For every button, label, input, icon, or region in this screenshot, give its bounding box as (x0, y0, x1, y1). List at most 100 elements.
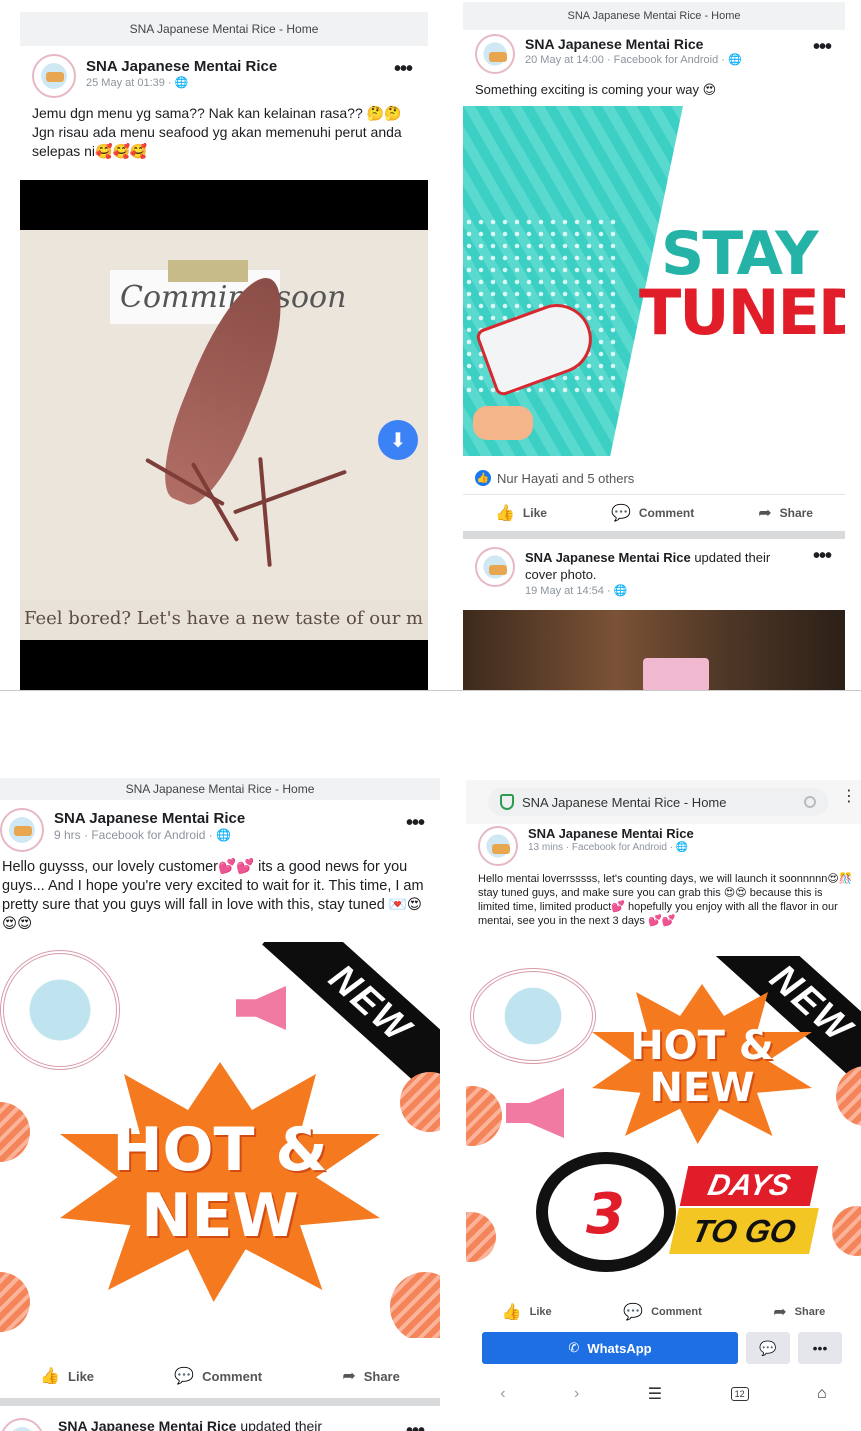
post-text: Hello mentai loverrsssss, let's counting… (478, 873, 853, 927)
url-pill[interactable]: SNA Japanese Mentai Rice - Home (488, 788, 828, 816)
screenshot-panel-2: SNA Japanese Mentai Rice - Home SNA Japa… (463, 2, 845, 690)
share-button[interactable]: ➦ Share (342, 1366, 400, 1386)
globe-icon: 🌐 (675, 842, 689, 853)
page-avatar[interactable] (478, 826, 518, 866)
screenshot-panel-4: SNA Japanese Mentai Rice - Home ⋮ SNA Ja… (466, 780, 861, 1431)
browser-title-bar: SNA Japanese Mentai Rice - Home (0, 778, 440, 800)
messenger-icon: 💬 (759, 1339, 777, 1356)
new-text: NEW (649, 1065, 755, 1111)
video-caption: Feel bored? Let's have a new taste of ou… (20, 600, 428, 640)
comment-label: Comment (638, 506, 695, 520)
more-actions-button[interactable]: ••• (798, 1332, 842, 1364)
like-button[interactable]: 👍 Like (495, 503, 547, 523)
comment-button[interactable]: 💬 Comment (174, 1366, 262, 1386)
tabs-count-icon[interactable]: 12 (730, 1387, 749, 1401)
whatsapp-label: WhatsApp (587, 1340, 652, 1356)
page-name[interactable]: SNA Japanese Mentai Rice (86, 58, 277, 75)
hot-text: HOT & (630, 1023, 774, 1069)
download-icon[interactable]: ⬇ (378, 420, 418, 460)
countdown-number: 3 (586, 1182, 625, 1247)
salmon-slice (836, 1066, 861, 1126)
post-actions: 👍 Like 💬 Comment ➦ Share (0, 1358, 440, 1394)
page-avatar[interactable] (0, 1418, 44, 1431)
comment-icon: 💬 (174, 1368, 195, 1385)
menu-icon[interactable]: ☰ (648, 1384, 662, 1404)
share-icon: ➦ (773, 1304, 787, 1321)
new-text: NEW (141, 1181, 299, 1251)
messenger-button[interactable]: 💬 (746, 1332, 790, 1364)
salmon-slice (0, 1272, 30, 1332)
brand-logo (0, 950, 120, 1070)
cover-photo[interactable] (463, 610, 845, 690)
post-time[interactable]: 9 hrs · Facebook for Android · (54, 828, 216, 842)
more-options-icon[interactable]: ••• (406, 1421, 425, 1431)
like-button[interactable]: 👍 Like (502, 1302, 552, 1322)
comment-button[interactable]: 💬 Comment (611, 503, 694, 523)
like-button[interactable]: 👍 Like (40, 1366, 94, 1386)
post-time[interactable]: 13 mins · Facebook for Android · (528, 842, 676, 853)
page-avatar[interactable] (32, 54, 76, 98)
post-header: SNA Japanese Mentai Rice 9 hrs · Faceboo… (0, 800, 440, 858)
salmon-slice (400, 1072, 440, 1132)
share-button[interactable]: ➦ Share (773, 1302, 825, 1322)
page-name[interactable]: SNA Japanese Mentai Rice (54, 810, 245, 827)
comment-button[interactable]: 💬 Comment (623, 1302, 702, 1322)
forward-icon[interactable]: › (574, 1385, 579, 1403)
browser-title: SNA Japanese Mentai Rice - Home (129, 22, 319, 36)
hot-new-image[interactable]: NEW HOT & NEW (0, 942, 440, 1338)
more-options-icon[interactable]: ••• (813, 546, 832, 566)
page-name[interactable]: SNA Japanese Mentai Rice (528, 826, 694, 841)
salmon-slice (832, 1206, 861, 1256)
post-time[interactable]: 19 May at 14:54 · (525, 585, 614, 597)
section-divider (0, 690, 861, 691)
countdown-image[interactable]: NEW HOT & NEW 3 DAYS TO GO (466, 956, 861, 1276)
share-button[interactable]: ➦ Share (758, 503, 813, 523)
browser-address-bar: SNA Japanese Mentai Rice - Home ⋮ (466, 780, 861, 824)
squid-tentacle (232, 469, 348, 515)
screenshot-panel-1: SNA Japanese Mentai Rice - Home SNA Japa… (20, 12, 428, 690)
whatsapp-icon: ✆ (568, 1340, 580, 1355)
secure-shield-icon (500, 794, 514, 810)
tape-strip (168, 260, 248, 282)
page-name[interactable]: SNA Japanese Mentai Rice (58, 1418, 236, 1431)
stay-tuned-image[interactable]: STAY TUNED (463, 106, 845, 456)
like-reaction-icon: 👍 (475, 470, 491, 486)
like-label: Like (522, 506, 547, 520)
screenshot-panel-3: SNA Japanese Mentai Rice - Home SNA Japa… (0, 778, 440, 1431)
back-icon[interactable]: ‹ (500, 1385, 505, 1403)
salmon-slice (390, 1272, 440, 1338)
page-avatar[interactable] (0, 808, 44, 852)
reload-icon[interactable] (804, 796, 816, 808)
comment-icon: 💬 (610, 505, 631, 522)
comment-label: Comment (202, 1368, 263, 1384)
browser-title: SNA Japanese Mentai Rice - Home (567, 10, 741, 22)
page-avatar[interactable] (475, 547, 515, 587)
page-name[interactable]: SNA Japanese Mentai Rice (525, 36, 742, 52)
hand-illustration (473, 406, 533, 440)
salmon-slice (466, 1212, 496, 1262)
salmon-slice (466, 1086, 502, 1146)
post-header: SNA Japanese Mentai Rice 13 mins · Faceb… (466, 824, 861, 872)
reaction-summary[interactable]: 👍 Nur Hayati and 5 others (463, 458, 845, 494)
post-video[interactable]: Comming soon ⬇ Feel bored? Let's have a … (20, 180, 428, 690)
page-name[interactable]: SNA Japanese Mentai Rice (525, 550, 691, 565)
whatsapp-button[interactable]: ✆ WhatsApp (482, 1332, 738, 1364)
browser-title-bar: SNA Japanese Mentai Rice - Home (20, 12, 428, 46)
more-options-icon[interactable]: ••• (813, 37, 832, 57)
post-time[interactable]: 20 May at 14:00 · Facebook for Android · (525, 54, 728, 66)
stopwatch-icon: 3 (536, 1152, 676, 1272)
post-time[interactable]: 25 May at 01:39 · (86, 77, 175, 89)
hot-text: HOT & (112, 1115, 328, 1185)
share-label: Share (794, 1306, 826, 1318)
home-icon[interactable]: ⌂ (817, 1385, 827, 1403)
more-options-icon[interactable]: ••• (406, 813, 425, 833)
page-avatar[interactable] (475, 34, 515, 74)
comment-label: Comment (651, 1306, 702, 1318)
post-text: Hello guysss, our lovely customer💕💕 its … (2, 859, 424, 932)
like-label: Like (68, 1368, 95, 1384)
browser-menu-icon[interactable]: ⋮ (841, 789, 857, 805)
squid-tentacle (258, 457, 272, 567)
more-options-icon[interactable]: ••• (394, 59, 413, 79)
share-label: Share (363, 1368, 400, 1384)
post-header: SNA Japanese Mentai Rice 20 May at 14:00… (463, 30, 845, 80)
